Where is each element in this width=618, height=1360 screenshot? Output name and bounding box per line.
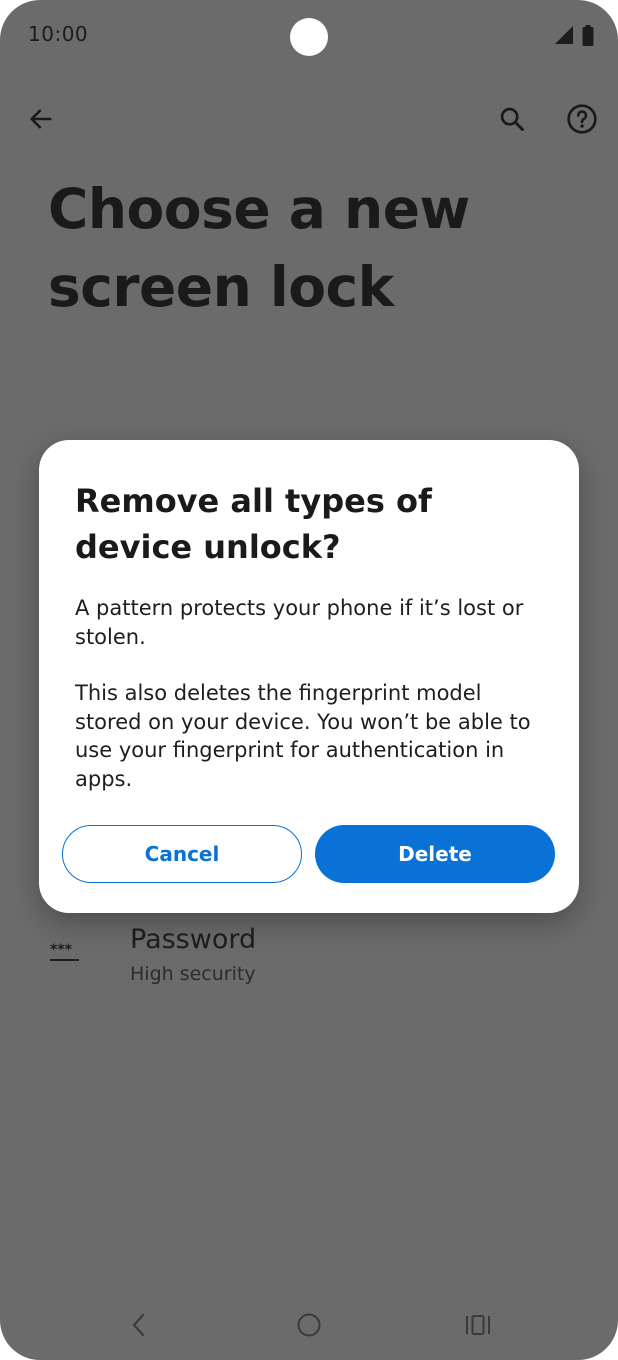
- phone-screen: 10:00 Choose a new screen lock *** Passw…: [0, 0, 618, 1360]
- status-time: 10:00: [28, 22, 89, 46]
- dialog-title: Remove all types of device unlock?: [75, 482, 432, 566]
- dialog-body: A pattern protects your phone if it’s lo…: [75, 594, 551, 821]
- help-button[interactable]: [558, 95, 606, 143]
- nav-recents-button[interactable]: [453, 1300, 503, 1350]
- cancel-button[interactable]: Cancel: [62, 825, 302, 883]
- delete-button[interactable]: Delete: [315, 825, 555, 883]
- page-title: Choose a new screen lock: [48, 177, 470, 319]
- back-button[interactable]: [17, 95, 65, 143]
- camera-cutout: [290, 18, 328, 56]
- nav-back-icon: [132, 1313, 145, 1337]
- arrow-left-icon: [30, 109, 52, 129]
- nav-back-button[interactable]: [114, 1300, 164, 1350]
- dialog-body-paragraph-2: This also deletes the fingerprint model …: [75, 681, 531, 791]
- nav-recents-icon: [466, 1315, 490, 1335]
- svg-text:***: ***: [50, 942, 73, 958]
- nav-home-icon: [297, 1313, 321, 1337]
- list-item-password[interactable]: *** Password High security: [0, 920, 618, 1000]
- search-button[interactable]: [488, 95, 536, 143]
- battery-icon: [582, 24, 594, 46]
- password-icon: ***: [50, 942, 79, 961]
- status-icons: [554, 24, 594, 46]
- list-item-title: Password: [130, 924, 257, 955]
- nav-home-button[interactable]: [284, 1300, 334, 1350]
- list-item-subtitle: High security: [130, 963, 256, 985]
- remove-unlock-dialog: Remove all types of device unlock? A pat…: [39, 440, 579, 913]
- dialog-body-paragraph-1: A pattern protects your phone if it’s lo…: [75, 596, 524, 649]
- search-icon: [500, 107, 524, 131]
- help-circle-icon: [567, 104, 597, 134]
- signal-icon: [555, 26, 573, 44]
